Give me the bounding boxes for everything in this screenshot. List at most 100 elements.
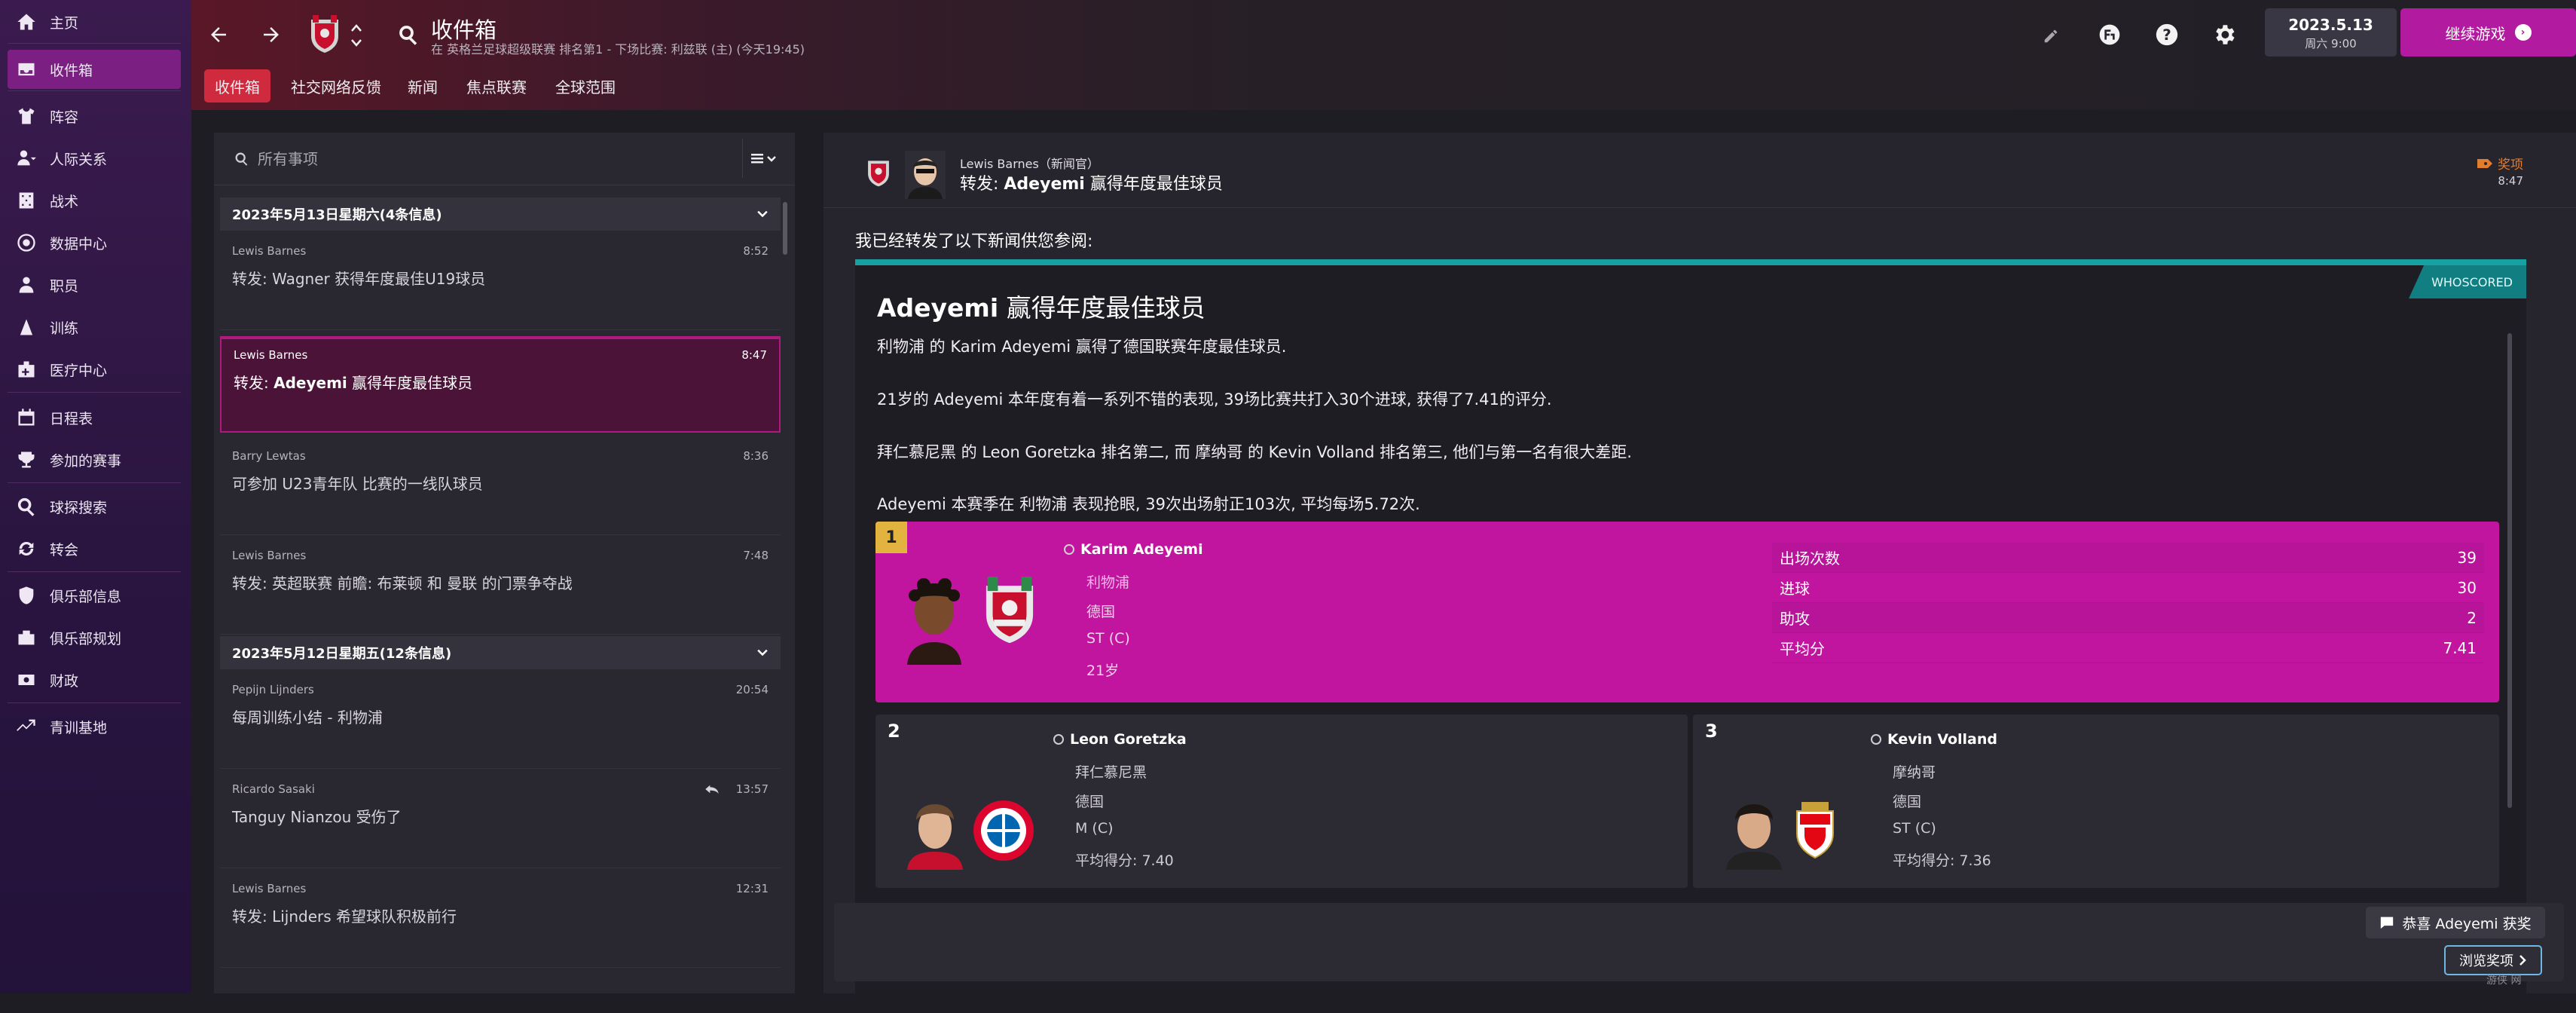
inbox-scrollbar[interactable] (783, 202, 787, 255)
news-article: WHOSCORED Adeyemi 赢得年度最佳球员 利物浦 的 Karim A… (855, 259, 2526, 1013)
sidebar-item-transfers[interactable]: 转会 (8, 529, 181, 568)
message-time: 8:47 (2498, 174, 2523, 188)
back-button[interactable] (202, 18, 235, 51)
player-club-link[interactable]: 利物浦 (1086, 571, 1129, 592)
stat-row-rating: 平均分 7.41 (1772, 633, 2484, 663)
club-switcher-button[interactable] (348, 17, 365, 54)
message-detail: Lewis Barnes（新闻官） 转发: Adeyemi 赢得年度最佳球员 奖… (824, 133, 2576, 1013)
inbox-search-input[interactable] (256, 148, 708, 170)
sidebar-item-scouting[interactable]: 球探搜索 (8, 487, 181, 526)
player-position: ST (C) (1086, 630, 1130, 647)
settings-button[interactable] (2209, 20, 2239, 50)
article-scrollbar[interactable] (2507, 333, 2512, 808)
tab-inbox[interactable]: 收件箱 (204, 69, 270, 103)
game-date[interactable]: 2023.5.13 周六 9:00 (2265, 8, 2397, 57)
club-crest[interactable] (307, 12, 342, 56)
sidebar-item-label: 主页 (50, 14, 79, 32)
arrow-left-icon (211, 27, 226, 42)
chat-bubble-icon (2381, 917, 2394, 929)
continue-label: 继续游戏 (2445, 24, 2506, 43)
sidebar-item-label: 球探搜索 (50, 499, 108, 516)
filter-menu-button[interactable] (746, 146, 784, 170)
sidebar-item-label: 收件箱 (50, 62, 93, 79)
fm-logo-button[interactable] (2095, 20, 2125, 50)
player-card-second[interactable]: 2 Leon Goretzka 拜仁慕尼黑 德国 M (C) 平均得分: 7.4… (875, 715, 1688, 888)
stat-row-apps: 出场次数 39 (1772, 543, 2484, 573)
sidebar-item-data-hub[interactable]: 数据中心 (8, 223, 181, 262)
youth-icon (15, 715, 38, 738)
chevron-down-icon (757, 210, 768, 218)
inbox-message[interactable]: Lewis Barnes 8:52 转发: Wagner 获得年度最佳U19球员 (220, 231, 781, 330)
top-bar: 收件箱 在 英格兰足球超级联赛 排名第1 - 下场比赛: 利兹联 (主) (今天… (191, 0, 2576, 110)
inbox-message[interactable]: Ricardo Sasaki 13:57 Tanguy Nianzou 受伤了 (220, 769, 781, 868)
tab-social-feedback[interactable]: 社交网络反馈 (280, 69, 392, 103)
sidebar-item-label: 青训基地 (50, 719, 108, 736)
sidebar-item-inbox[interactable]: 收件箱 (8, 50, 181, 89)
sidebar-item-relationships[interactable]: 人际关系 (8, 139, 181, 178)
player-face-goretzka (907, 804, 963, 870)
congratulate-button[interactable]: 恭喜 Adeyemi 获奖 (2366, 907, 2545, 938)
inbox-group-header[interactable]: 2023年5月13日星期六(4条信息) (220, 197, 781, 231)
reply-icon (705, 785, 719, 794)
help-button[interactable]: ? (2152, 20, 2182, 50)
edit-button[interactable] (2037, 23, 2064, 50)
sidebar-item-finances[interactable]: 财政 (8, 660, 181, 699)
sidebar-item-label: 转会 (50, 541, 79, 559)
sidebar-item-label: 俱乐部规划 (50, 630, 122, 647)
sidebar-item-tactics[interactable]: 战术 (8, 181, 181, 220)
group-title: 2023年5月13日星期六(4条信息) (232, 207, 442, 223)
squad-shirt-icon (15, 105, 38, 127)
inbox-message[interactable]: Lewis Barnes 12:31 转发: Lijnders 希望球队积极前行 (220, 868, 781, 968)
search-button[interactable] (395, 21, 422, 48)
arrow-right-icon (264, 27, 279, 42)
sidebar-item-training[interactable]: 训练 (8, 308, 181, 347)
sidebar-item-club-vision[interactable]: 俱乐部规划 (8, 618, 181, 657)
player-card-winner[interactable]: 1 Karim Adeyemi 利物浦 德国 ST (C) 21岁 出场次数 39… (875, 522, 2499, 702)
sidebar-item-competitions[interactable]: 参加的赛事 (8, 440, 181, 479)
sidebar-item-medical[interactable]: 医疗中心 (8, 350, 181, 389)
sidebar-item-club-info[interactable]: 俱乐部信息 (8, 576, 181, 615)
sidebar-item-schedule[interactable]: 日程表 (8, 398, 181, 437)
inbox-message-selected[interactable]: Lewis Barnes 8:47 转发: Adeyemi 赢得年度最佳球员 (220, 336, 781, 433)
player-name: Leon Goretzka (1053, 731, 1187, 748)
training-icon (15, 316, 38, 338)
article-paragraph: 利物浦 的 Karim Adeyemi 赢得了德国联赛年度最佳球员. (877, 338, 1287, 356)
stat-row-assists: 助攻 2 (1772, 603, 2484, 633)
sidebar-item-youth[interactable]: 青训基地 (8, 707, 181, 746)
tab-focus-leagues[interactable]: 焦点联赛 (456, 69, 537, 103)
message-subject: 转发: Wagner 获得年度最佳U19球员 (232, 270, 486, 288)
sidebar-item-staff[interactable]: 职员 (8, 265, 181, 305)
sidebar-item-label: 数据中心 (50, 235, 108, 252)
sidebar-item-home[interactable]: 主页 (8, 2, 181, 41)
forward-button[interactable] (255, 18, 288, 51)
tab-news[interactable]: 新闻 (397, 69, 448, 103)
message-subject: 每周训练小结 - 利物浦 (232, 708, 383, 727)
award-tag[interactable]: 奖项 (2477, 154, 2523, 173)
trophy-icon (15, 448, 38, 471)
player-card-third[interactable]: 3 Kevin Volland 摩纳哥 德国 ST (C) 平均得分: 7.36 (1693, 715, 2499, 888)
player-position: ST (C) (1893, 820, 1936, 837)
message-sender: Lewis Barnes (232, 549, 307, 562)
message-subject: 转发: 英超联赛 前瞻: 布莱顿 和 曼联 的门票争夺战 (232, 574, 573, 592)
continue-button[interactable]: 继续游戏 › (2400, 8, 2576, 57)
message-sender: Lewis Barnes (232, 244, 307, 258)
player-club[interactable]: 摩纳哥 (1893, 761, 1936, 782)
scouting-icon (15, 495, 38, 518)
message-time: 20:54 (735, 683, 769, 696)
sidebar-item-label: 财政 (50, 672, 79, 690)
article-paragraph: 拜仁慕尼黑 的 Leon Goretzka 排名第二, 而 摩纳哥 的 Kevi… (877, 443, 1632, 461)
sidebar-item-label: 参加的赛事 (50, 452, 122, 470)
browse-awards-button[interactable]: 浏览奖项 (2444, 945, 2542, 975)
player-club[interactable]: 拜仁慕尼黑 (1075, 761, 1147, 782)
inbox-message[interactable]: Pepijn Lijnders 20:54 每周训练小结 - 利物浦 (220, 669, 781, 769)
inbox-group-header[interactable]: 2023年5月12日星期五(12条信息) (220, 636, 781, 669)
inbox-search-bar (214, 133, 795, 185)
sidebar-item-squad[interactable]: 阵容 (8, 96, 181, 136)
player-age: 21岁 (1086, 663, 1120, 679)
inbox-message[interactable]: Barry Lewtas 8:36 可参加 U23青年队 比赛的一线队球员 (220, 436, 781, 535)
inbox-message[interactable]: Lewis Barnes 7:48 转发: 英超联赛 前瞻: 布莱顿 和 曼联 … (220, 535, 781, 635)
player-nation: 德国 (1075, 794, 1105, 810)
tab-worldwide[interactable]: 全球范围 (545, 69, 626, 103)
message-time: 8:36 (743, 449, 769, 463)
medical-icon (15, 358, 38, 381)
